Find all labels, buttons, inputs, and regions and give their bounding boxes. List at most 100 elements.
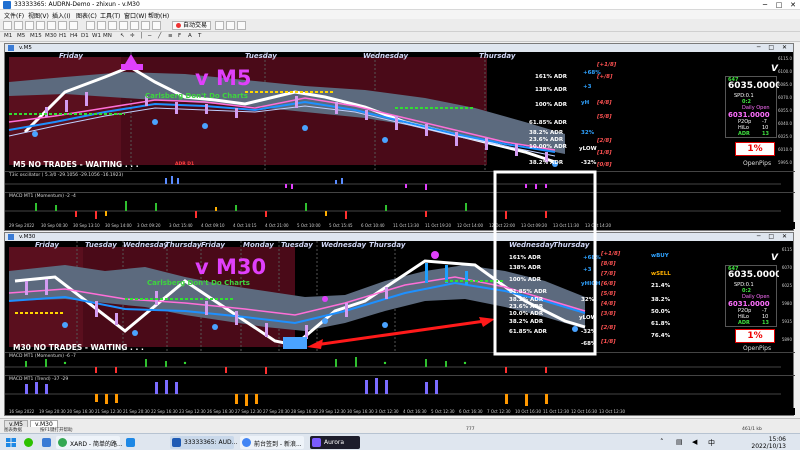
tf-d1[interactable]: D1 [81,33,89,39]
x-tick: 10 Oct 16:30 [515,409,542,414]
taskbar-item-mt4[interactable]: 33333365: AUD... [170,436,237,449]
y-tick: 6070 [781,265,792,270]
vertical-line-icon[interactable]: │ [140,33,143,39]
files-taskbar[interactable] [40,436,54,449]
zoom-out-icon[interactable] [152,21,161,30]
macd-label: MACD MT1 (Momentum) -6 -7 [9,354,76,359]
tray-chevron-icon[interactable]: ˄ [660,438,664,446]
candle-chart-icon[interactable] [119,21,128,30]
crosshair-icon[interactable]: ✛ [130,33,135,39]
adr-level: 23.6% ADR [509,304,544,310]
close-button[interactable]: ✕ [786,0,800,10]
terminal-icon[interactable] [58,21,67,30]
tf-h1[interactable]: H1 [59,33,67,39]
murrey-level: [1/8] [601,339,616,345]
y-tick: 6115.0 [778,56,792,61]
templates-icon[interactable] [237,21,246,30]
tf-mn[interactable]: MN [103,33,112,39]
macd-pane-m30[interactable]: MACD MT1 (Momentum) -6 -7 [5,352,795,374]
periods-icon[interactable] [226,21,235,30]
volume-icon[interactable]: ◀ [692,438,697,446]
metatrader-icon [172,438,181,447]
day-label: Tuesday [85,241,117,249]
tester-icon[interactable] [69,21,78,30]
macd-pane-m5[interactable]: MACD MT1 (Momentum) -2 -4 [5,192,795,222]
adr-level: 138% ADR [535,87,567,93]
x-tick: 13 Oct 12:30 [599,409,626,414]
data-window-icon[interactable] [36,21,45,30]
navigator-icon[interactable] [47,21,56,30]
window-buttons[interactable]: ─ □ ✕ [757,44,790,52]
macd-chart-m30 [5,357,781,374]
window-buttons[interactable]: ─ □ ✕ [757,233,790,241]
x-tick: 4 Oct 16:30 [403,409,427,414]
fib-level: 50.0% [651,309,671,315]
tf-m15[interactable]: M15 [30,33,42,39]
bar-chart-icon[interactable] [108,21,117,30]
profiles-icon[interactable] [14,21,23,30]
x-tick: 3 Oct 15:40 [169,223,193,228]
title-bar: 33333365: AUDRN-Demo - zhixun - v.M30 ─ … [0,0,800,10]
tf-w1[interactable]: W1 [92,33,101,39]
open-pips: OpenPips [743,160,772,167]
price-axis-m30[interactable]: 6115 6070 6025 5980 5935 5890 [779,241,793,351]
day-label: Friday [201,241,225,249]
new-chart-icon[interactable] [3,21,12,30]
editor-icon[interactable] [97,21,106,30]
chart-window-m30[interactable]: v.M30 ─ □ ✕ Friday Tuesday Wednesday Thu… [4,232,795,416]
zoom-in-icon[interactable] [141,21,150,30]
price-pane-m30[interactable]: Friday Tuesday Wednesday Thursday Friday… [5,241,782,352]
market-watch-icon[interactable] [25,21,34,30]
new-order-icon[interactable] [86,21,95,30]
x-tick: 21 Sep 20:30 [123,409,150,414]
clock[interactable]: 15:06 2022/10/13 [751,436,786,450]
murrey-level: [3/8] [601,311,616,317]
price-chart-m5[interactable] [5,52,781,170]
day-label: Wednesday [123,241,169,249]
pivot-level: yH [581,100,590,106]
oscillator-pane-m5[interactable]: T3ic oscillator ( 5.3/0 -29.1056 -29.105… [5,171,795,191]
cursor-icon[interactable]: ↖ [120,33,125,39]
autotrade-button[interactable]: 自动交易 [172,21,212,30]
x-tick: 4 Oct 14:15 [233,223,257,228]
taskbar-item-browser[interactable]: XARD - 简单的路... [56,436,123,449]
taskbar-item-weibo[interactable]: 前台签到 - 新浪... [240,436,304,449]
x-tick: 4 Oct 21:00 [265,223,289,228]
wechat-taskbar[interactable] [22,436,36,449]
chart-window-m5[interactable]: v.M5 ─ □ ✕ Friday Tuesday Wednesday Thur… [4,43,795,231]
maximize-button[interactable]: □ [772,0,786,10]
day-label: Wednesday [509,241,555,249]
tf-m1[interactable]: M1 [4,33,12,39]
x-tick: 23 Sep 12:30 [179,409,206,414]
fibonacci-icon[interactable]: F [178,33,181,39]
time-axis-m30[interactable]: 16 Sep 2022 19 Sep 20:30 20 Sep 16:30 21… [5,408,795,415]
label-tool-icon[interactable]: T [198,33,201,39]
tf-m30[interactable]: M30 [45,33,57,39]
price-pane-m5[interactable]: Friday Tuesday Wednesday Thursday v M5 C… [5,52,782,170]
macd-trend-pane-m30[interactable]: MACD MT1 (Trend) -37 -29 [5,375,795,407]
ime-icon[interactable]: 中 [708,438,715,448]
text-tool-icon[interactable]: A [188,33,192,39]
x-tick: 16 Sep 2022 [9,409,35,414]
pivot-level: yLOW [579,315,597,321]
trendline-icon[interactable]: ╱ [158,33,161,39]
network-icon[interactable]: ▤ [676,438,683,446]
price-axis-m5[interactable]: 6115.0 6100.0 6085.0 6070.0 6055.0 6040.… [778,52,793,170]
minimize-button[interactable]: ─ [758,0,772,10]
horizontal-line-icon[interactable]: ─ [148,33,151,39]
tf-m5[interactable]: M5 [17,33,25,39]
day-label: Tuesday [245,52,277,60]
indicators-icon[interactable] [215,21,224,30]
start-button[interactable] [4,436,18,449]
taskbar-item-aurora[interactable]: Aurora [310,436,360,449]
mic-taskbar[interactable] [124,436,138,449]
tf-h4[interactable]: H4 [70,33,78,39]
adr-level: 61.85% ADR [509,329,547,335]
x-tick: 12 Oct 14:00 [457,223,484,228]
line-chart-icon[interactable] [130,21,139,30]
chart-m30-title-text: v.M30 [19,234,36,240]
time-axis-m5[interactable]: 29 Sep 2022 30 Sep 00:30 30 Sep 13:10 30… [5,222,795,229]
adr-level: 10.00% ADR [529,144,567,150]
pivot-level: 32% [581,297,595,303]
channel-icon[interactable]: ≡ [168,33,173,39]
